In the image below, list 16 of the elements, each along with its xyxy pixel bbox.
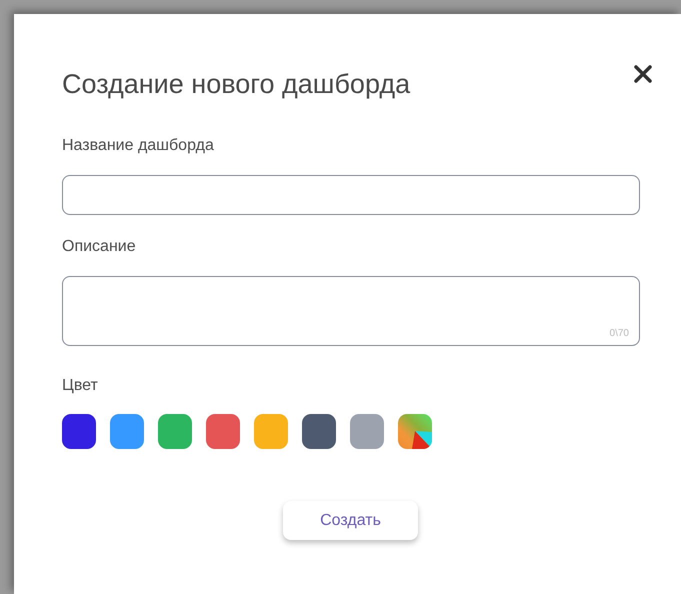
close-icon[interactable] (633, 64, 653, 84)
color-swatch[interactable] (206, 414, 240, 449)
color-swatch[interactable] (302, 414, 336, 449)
character-counter: 0\70 (610, 328, 629, 339)
name-field[interactable] (62, 175, 640, 215)
field-label: Описание (62, 237, 137, 257)
color-swatch[interactable] (350, 414, 384, 449)
gradient-swatch[interactable] (398, 414, 432, 449)
color-swatch[interactable] (254, 414, 288, 449)
color-swatch[interactable] (62, 414, 96, 449)
dialog-title: Создание нового дашборда (62, 68, 410, 101)
color-swatch[interactable] (158, 414, 192, 449)
color-swatch[interactable] (110, 414, 144, 449)
color-label: Цвет (62, 376, 99, 396)
field-label: Название дашборда (62, 136, 215, 156)
create-button[interactable]: Создать (283, 501, 418, 540)
